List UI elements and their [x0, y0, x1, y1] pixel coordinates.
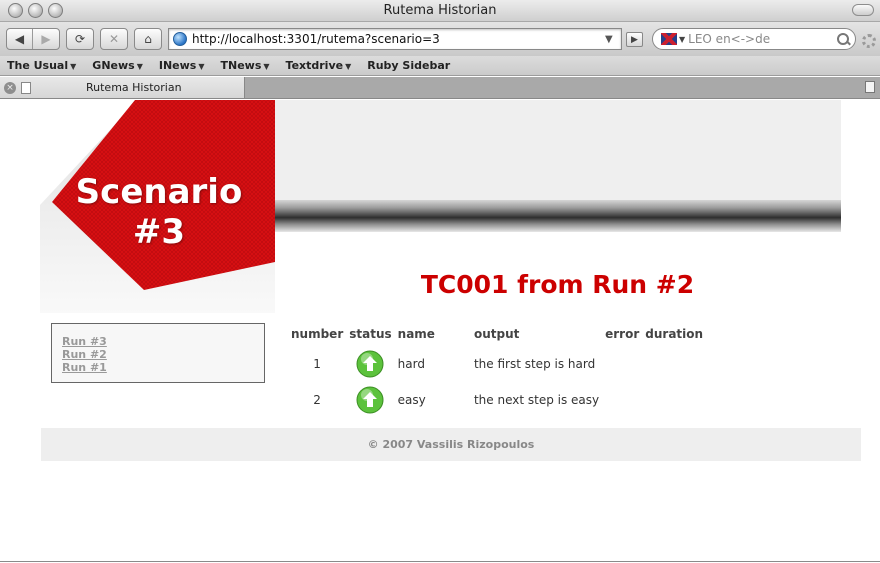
bookmark-gnews[interactable]: GNews ▼	[92, 59, 143, 72]
page-title: TC001 from Run #2	[420, 270, 695, 299]
chevron-down-icon: ▼	[198, 62, 205, 71]
back-forward-group: ◀ ▶	[6, 28, 60, 50]
page-content: Scenario #3 TC001 from Run #2 Run #3 Run…	[0, 100, 880, 562]
tab-label: Rutema Historian	[86, 81, 182, 94]
back-arrow-icon[interactable]: ◀	[7, 29, 34, 49]
go-button[interactable]: ▶	[626, 32, 643, 47]
step-number: 1	[313, 357, 321, 371]
table-row: 1 hard the first step is hard	[288, 346, 706, 382]
home-button[interactable]: ⌂	[134, 28, 162, 50]
steps-table: number status name output error duration…	[288, 326, 706, 418]
table-row: 2 easy the next step is easy	[288, 382, 706, 418]
scenario-logo: Scenario #3	[40, 100, 275, 313]
col-error: error	[605, 327, 640, 341]
step-name: easy	[397, 393, 426, 407]
step-output: the first step is hard	[473, 357, 596, 371]
col-duration: duration	[645, 327, 704, 341]
bookmark-inews[interactable]: INews ▼	[159, 59, 205, 72]
close-tab-icon[interactable]: ×	[4, 81, 16, 94]
window-bottom-edge	[0, 561, 880, 562]
forward-arrow-icon[interactable]: ▶	[33, 29, 59, 49]
bookmark-the-usual[interactable]: The Usual ▼	[7, 59, 76, 72]
status-cell	[346, 382, 394, 418]
stop-icon: ✕	[108, 32, 120, 46]
step-duration	[642, 382, 706, 418]
toolbar-toggle-button[interactable]	[852, 4, 874, 16]
bookmark-tnews[interactable]: TNews ▼	[220, 59, 269, 72]
bookmarks-bar: The Usual ▼ GNews ▼ INews ▼ TNews ▼ Textdriv…	[0, 56, 880, 76]
reload-button[interactable]: ⟳	[66, 28, 94, 50]
search-field[interactable]: ▼ LEO en<->de	[652, 28, 856, 50]
chevron-down-icon: ▼	[70, 62, 77, 71]
bookmark-textdrive[interactable]: Textdrive ▼	[286, 59, 352, 72]
step-name: hard	[397, 357, 425, 371]
scenario-logo-text: Scenario #3	[75, 172, 243, 252]
step-number: 2	[313, 393, 321, 407]
search-engine-dropdown-icon[interactable]: ▼	[679, 35, 685, 44]
step-error	[602, 346, 642, 382]
step-duration	[642, 346, 706, 382]
new-tab-icon[interactable]	[865, 81, 875, 93]
address-bar[interactable]: http://localhost:3301/rutema?scenario=3 …	[168, 28, 622, 50]
header-divider-bar	[274, 200, 841, 232]
url-text: http://localhost:3301/rutema?scenario=3	[192, 32, 440, 46]
search-placeholder: LEO en<->de	[688, 32, 771, 46]
page-icon	[21, 81, 31, 94]
table-header-row: number status name output error duration	[288, 326, 706, 346]
run-link-1[interactable]: Run #1	[62, 361, 254, 374]
url-history-dropdown-icon[interactable]: ▼	[605, 34, 621, 45]
magnifier-icon[interactable]	[836, 32, 850, 46]
step-error	[602, 382, 642, 418]
run-link-2[interactable]: Run #2	[62, 348, 254, 361]
play-icon: ▶	[631, 34, 638, 45]
success-arrow-icon	[356, 386, 384, 414]
chevron-down-icon: ▼	[263, 62, 270, 71]
reload-icon: ⟳	[74, 32, 86, 46]
uk-flag-icon[interactable]	[661, 33, 677, 45]
bookmark-ruby-sidebar[interactable]: Ruby Sidebar	[367, 59, 450, 72]
col-status: status	[349, 327, 392, 341]
loading-spinner-icon	[862, 34, 876, 48]
tab-bar: × Rutema Historian	[0, 77, 880, 99]
status-cell	[346, 346, 394, 382]
home-icon: ⌂	[144, 32, 152, 46]
col-name: name	[397, 327, 435, 341]
success-arrow-icon	[356, 350, 384, 378]
runs-sidebar: Run #3 Run #2 Run #1	[51, 323, 265, 383]
header-band	[274, 100, 841, 200]
chevron-down-icon: ▼	[345, 62, 352, 71]
globe-icon	[173, 32, 187, 46]
stop-button[interactable]: ✕	[100, 28, 128, 50]
step-output: the next step is easy	[473, 393, 600, 407]
col-output: output	[473, 327, 520, 341]
run-link-3[interactable]: Run #3	[62, 335, 254, 348]
page-footer: © 2007 Vassilis Rizopoulos	[41, 428, 861, 461]
window-title: Rutema Historian	[383, 3, 497, 18]
col-number: number	[291, 327, 344, 341]
browser-toolbar: ◀ ▶ ⟳ ✕ ⌂ http://localhost:3301/rutema?s…	[0, 22, 880, 56]
chevron-down-icon: ▼	[136, 62, 143, 71]
tab-rutema-historian[interactable]: × Rutema Historian	[0, 77, 245, 98]
window-titlebar: Rutema Historian	[0, 0, 880, 22]
